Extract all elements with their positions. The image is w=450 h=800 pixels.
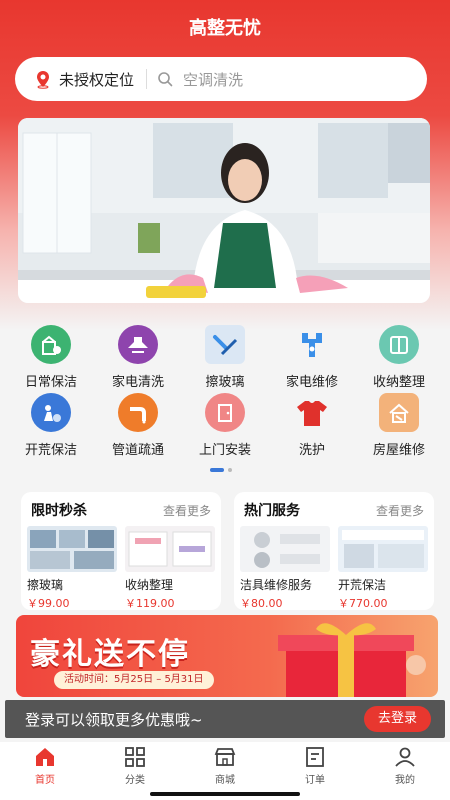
pipe-icon xyxy=(118,393,158,432)
page-indicator xyxy=(210,468,232,472)
hero-banner[interactable] xyxy=(18,118,430,303)
product-price: ￥119.00 xyxy=(125,597,175,610)
service-label: 收纳整理 xyxy=(372,375,425,390)
service-grid: 日常保洁 家电清洗 擦玻璃 家电维修 收纳整理 开荒保洁 管道疏通 上门安装 洗… xyxy=(8,325,442,461)
tab-profile[interactable]: 我的 xyxy=(370,742,440,800)
service-label: 房屋维修 xyxy=(372,443,425,458)
service-label: 家电维修 xyxy=(285,375,338,390)
service-window-cleaning[interactable]: 擦玻璃 xyxy=(182,325,268,390)
service-home-installation[interactable]: 上门安装 xyxy=(182,393,268,458)
hot-services-more-link[interactable]: 查看更多 xyxy=(376,502,424,519)
page-dot xyxy=(228,468,232,472)
product-image xyxy=(338,526,428,572)
product-name: 擦玻璃 xyxy=(27,578,64,592)
wrench-icon xyxy=(292,325,332,364)
vacuum-cleaner-icon xyxy=(31,393,71,432)
product-name: 开荒保洁 xyxy=(338,578,387,592)
service-row: 开荒保洁 管道疏通 上门安装 洗护 房屋维修 xyxy=(8,393,442,458)
tab-label: 分类 xyxy=(125,775,145,786)
service-house-repair[interactable]: 房屋维修 xyxy=(356,393,442,458)
order-icon xyxy=(306,747,324,767)
user-icon xyxy=(395,747,415,767)
product-item[interactable]: 洁具维修服务 ￥80.00 xyxy=(240,526,330,611)
product-price: ￥770.00 xyxy=(338,597,388,610)
shirt-icon xyxy=(292,393,332,432)
promo-banner[interactable]: 豪礼送不停 活动时间：5月25日 – 5月31日 xyxy=(16,615,438,697)
promo-title: 豪礼送不停 xyxy=(30,637,190,672)
search-input[interactable]: 空调清洗 xyxy=(183,69,243,90)
product-price: ￥80.00 xyxy=(240,597,283,610)
range-hood-icon xyxy=(118,325,158,364)
flash-sale-more-link[interactable]: 查看更多 xyxy=(163,502,211,519)
product-name: 洁具维修服务 xyxy=(240,578,313,592)
service-label: 擦玻璃 xyxy=(205,375,245,390)
login-prompt-bar: 登录可以领取更多优惠哦~ 去登录 xyxy=(5,700,445,738)
service-label: 日常保洁 xyxy=(24,375,77,390)
squeegee-icon xyxy=(205,325,245,364)
service-pipe-unclogging[interactable]: 管道疏通 xyxy=(95,393,181,458)
product-item[interactable]: 收纳整理 ￥119.00 xyxy=(125,526,215,611)
home-indicator xyxy=(150,792,300,796)
app-title: 高整无忧 xyxy=(189,18,261,39)
login-button[interactable]: 去登录 xyxy=(363,706,431,732)
product-image xyxy=(27,526,117,572)
service-storage-organizing[interactable]: 收纳整理 xyxy=(356,325,442,390)
service-label: 开荒保洁 xyxy=(24,443,77,458)
service-label: 上门安装 xyxy=(198,443,251,458)
search-icon xyxy=(158,72,173,87)
product-name: 收纳整理 xyxy=(125,578,174,592)
tab-label: 订单 xyxy=(305,775,325,786)
banner-image xyxy=(18,118,430,303)
product-image xyxy=(125,526,215,572)
service-appliance-cleaning[interactable]: 家电清洗 xyxy=(95,325,181,390)
hot-services-title: 热门服务 xyxy=(244,503,300,519)
house-repair-icon xyxy=(379,393,419,432)
store-icon xyxy=(214,748,236,766)
flash-sale-title: 限时秒杀 xyxy=(31,503,87,519)
flash-sale-card: 限时秒杀 查看更多 擦玻璃 ￥99.00 收纳整理 ￥119.00 xyxy=(21,492,221,610)
location-label[interactable]: 未授权定位 xyxy=(59,69,134,90)
product-price: ￥99.00 xyxy=(27,597,70,610)
search-bar[interactable]: 未授权定位 空调清洗 xyxy=(15,57,427,101)
service-laundry[interactable]: 洗护 xyxy=(269,393,355,458)
home-icon xyxy=(36,748,54,766)
product-item[interactable]: 擦玻璃 ￥99.00 xyxy=(27,526,117,611)
service-deep-cleaning[interactable]: 开荒保洁 xyxy=(8,393,94,458)
service-appliance-repair[interactable]: 家电维修 xyxy=(269,325,355,390)
cabinet-icon xyxy=(379,325,419,364)
tab-home[interactable]: 首页 xyxy=(10,742,80,800)
product-item[interactable]: 开荒保洁 ￥770.00 xyxy=(338,526,428,611)
service-label: 洗护 xyxy=(298,443,325,458)
door-icon xyxy=(205,393,245,432)
location-pin-icon[interactable] xyxy=(33,69,53,89)
tab-label: 我的 xyxy=(395,775,415,786)
product-image xyxy=(240,526,330,572)
hot-services-card: 热门服务 查看更多 洁具维修服务 ￥80.00 开荒保洁 ￥770.00 xyxy=(234,492,434,610)
service-label: 管道疏通 xyxy=(111,443,164,458)
tab-label: 商城 xyxy=(215,775,235,786)
promo-date: 活动时间：5月25日 – 5月31日 xyxy=(54,671,214,689)
service-row: 日常保洁 家电清洗 擦玻璃 家电维修 收纳整理 xyxy=(8,325,442,390)
service-daily-cleaning[interactable]: 日常保洁 xyxy=(8,325,94,390)
page-dot-active xyxy=(210,468,224,472)
search-divider xyxy=(146,69,148,89)
tab-label: 首页 xyxy=(35,775,55,786)
grid-icon xyxy=(125,747,145,767)
house-clean-icon xyxy=(31,325,71,364)
login-prompt-text: 登录可以领取更多优惠哦~ xyxy=(25,710,203,729)
service-label: 家电清洗 xyxy=(111,375,164,390)
